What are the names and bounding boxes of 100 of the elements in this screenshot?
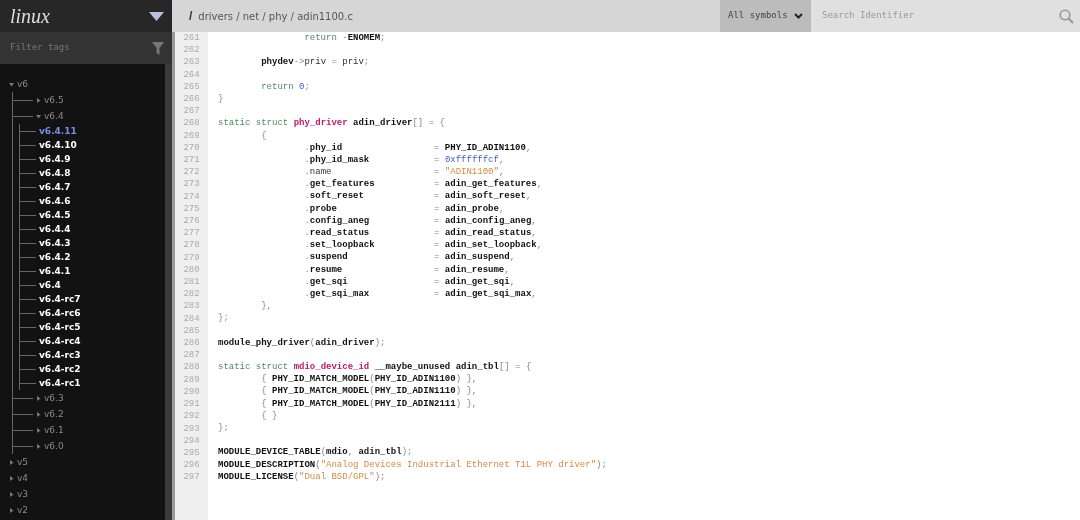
symbol-scope-select[interactable]: All symbols <box>720 0 811 32</box>
collapsed-triangle-icon[interactable] <box>36 395 41 401</box>
collapsed-triangle-icon[interactable] <box>36 97 41 103</box>
code-line: static struct mdio_device_id __maybe_unused adin_tbl[] = { <box>218 361 532 374</box>
collapsed-triangle-icon[interactable] <box>9 507 14 513</box>
collapsed-triangle-icon[interactable] <box>9 459 14 465</box>
tag-item[interactable]: v6.4.1 <box>39 265 71 277</box>
line-number[interactable]: 296 <box>183 459 200 472</box>
code-line: module_phy_driver(adin_driver); <box>218 336 386 349</box>
line-number[interactable]: 277 <box>183 227 200 240</box>
line-number[interactable]: 287 <box>183 349 200 362</box>
tag-item[interactable]: v6.4.6 <box>39 195 71 207</box>
tag-item[interactable]: v6.4-rc2 <box>39 363 81 375</box>
line-number[interactable]: 261 <box>183 32 200 45</box>
breadcrumb-root[interactable]: / <box>189 7 193 25</box>
line-number[interactable]: 274 <box>183 190 200 203</box>
tag-item[interactable]: v6.4 <box>44 110 64 122</box>
tag-item[interactable]: v2 <box>17 504 29 516</box>
line-number[interactable]: 270 <box>183 141 200 155</box>
line-number[interactable]: 280 <box>183 263 200 277</box>
line-number[interactable]: 271 <box>183 154 200 167</box>
tag-item[interactable]: v6.4-rc5 <box>39 321 81 333</box>
line-number[interactable]: 267 <box>183 105 200 118</box>
code-line: }; <box>218 312 229 325</box>
code-line: { } <box>260 409 278 422</box>
tag-item[interactable]: v6.4.4 <box>39 223 71 235</box>
tag-item[interactable]: v6.4-rc4 <box>39 335 81 347</box>
line-number[interactable]: 291 <box>183 398 200 411</box>
dropdown-triangle-icon[interactable] <box>149 11 164 21</box>
line-number[interactable]: 276 <box>183 215 200 228</box>
expanded-triangle-icon[interactable] <box>36 113 41 119</box>
tag-item[interactable]: v6.3 <box>44 392 64 404</box>
line-number[interactable]: 284 <box>183 312 200 325</box>
collapsed-triangle-icon[interactable] <box>36 427 41 433</box>
line-number[interactable]: 275 <box>183 202 200 216</box>
line-number[interactable]: 293 <box>183 422 200 435</box>
tag-item[interactable]: v6.4.2 <box>39 251 71 263</box>
filter-icon[interactable] <box>152 41 164 55</box>
scrollbar[interactable] <box>165 64 172 520</box>
line-number[interactable]: 279 <box>183 251 200 264</box>
tag-item[interactable]: v6.4.10 <box>39 139 77 151</box>
tag-item[interactable]: v6.4-rc3 <box>39 349 81 361</box>
line-number[interactable]: 297 <box>183 471 200 484</box>
tag-item[interactable]: v6.4.9 <box>39 153 71 165</box>
breadcrumb-path[interactable]: drivers / net / phy / adin1100.c <box>198 8 353 24</box>
line-number[interactable]: 294 <box>183 434 200 447</box>
tag-item[interactable]: v6.4.3 <box>39 237 71 249</box>
collapsed-triangle-icon[interactable] <box>36 411 41 417</box>
line-number[interactable]: 278 <box>183 239 200 252</box>
line-number[interactable]: 283 <box>183 300 200 313</box>
line-number[interactable]: 272 <box>183 166 200 179</box>
line-number[interactable]: 265 <box>183 80 200 93</box>
tag-item[interactable]: v6.2 <box>44 408 64 420</box>
search-box[interactable]: Search Identifier <box>811 0 1080 32</box>
tag-item[interactable]: v6.4.8 <box>39 167 71 179</box>
tag-item[interactable]: v6.0 <box>44 440 64 452</box>
line-number[interactable]: 269 <box>183 129 200 142</box>
tag-item[interactable]: v6.4 <box>39 279 61 291</box>
tag-item[interactable]: v4 <box>17 472 29 484</box>
search-field[interactable]: Search Identifier <box>822 9 1022 23</box>
collapsed-triangle-icon[interactable] <box>36 443 41 449</box>
line-number[interactable]: 286 <box>183 337 200 350</box>
code-line: { <box>260 129 267 142</box>
line-number[interactable]: 290 <box>183 385 200 399</box>
expanded-triangle-icon[interactable] <box>9 81 14 87</box>
code-line: }; <box>218 422 229 435</box>
project-name[interactable]: linux <box>10 1 50 31</box>
collapsed-triangle-icon[interactable] <box>9 475 14 481</box>
tag-item[interactable]: v6.4.11 <box>39 125 77 137</box>
line-number[interactable]: 295 <box>183 446 200 460</box>
code-line: .config_aneg = adin_config_aneg, <box>303 214 537 227</box>
code-line: .resume = adin_resume, <box>303 263 510 276</box>
tag-item[interactable]: v6.4-rc1 <box>39 377 81 389</box>
line-number[interactable]: 289 <box>183 373 200 386</box>
code-line: .probe = adin_probe, <box>303 202 505 215</box>
code-line: .suspend = adin_suspend, <box>303 251 516 264</box>
line-number[interactable]: 288 <box>183 361 200 374</box>
tag-item[interactable]: v6 <box>17 78 29 90</box>
code-line: MODULE_DESCRIPTION("Analog Devices Industrial Ethernet T1L PHY driver"); <box>218 458 607 471</box>
tag-item[interactable]: v6.4.5 <box>39 209 71 221</box>
line-number[interactable]: 292 <box>183 410 200 423</box>
filter-field[interactable]: Filter tags <box>10 41 130 55</box>
tag-item[interactable]: v6.5 <box>44 94 64 106</box>
tag-item[interactable]: v3 <box>17 488 29 500</box>
line-number[interactable]: 273 <box>183 178 200 191</box>
line-number[interactable]: 282 <box>183 288 200 301</box>
filter-box[interactable]: Filter tags <box>0 32 172 64</box>
tag-item[interactable]: v5 <box>17 456 29 468</box>
tag-item[interactable]: v6.4.7 <box>39 181 71 193</box>
tag-item[interactable]: v6.1 <box>44 424 64 436</box>
tag-item[interactable]: v6.4-rc6 <box>39 307 81 319</box>
line-number[interactable]: 285 <box>183 324 200 338</box>
tag-item[interactable]: v6.4-rc7 <box>39 293 81 305</box>
line-number[interactable]: 266 <box>183 93 200 106</box>
line-number[interactable]: 262 <box>183 44 200 57</box>
line-number[interactable]: 264 <box>183 68 200 81</box>
line-number[interactable]: 268 <box>183 117 200 130</box>
line-number[interactable]: 263 <box>183 56 200 69</box>
collapsed-triangle-icon[interactable] <box>9 491 14 497</box>
line-number[interactable]: 281 <box>183 276 200 289</box>
